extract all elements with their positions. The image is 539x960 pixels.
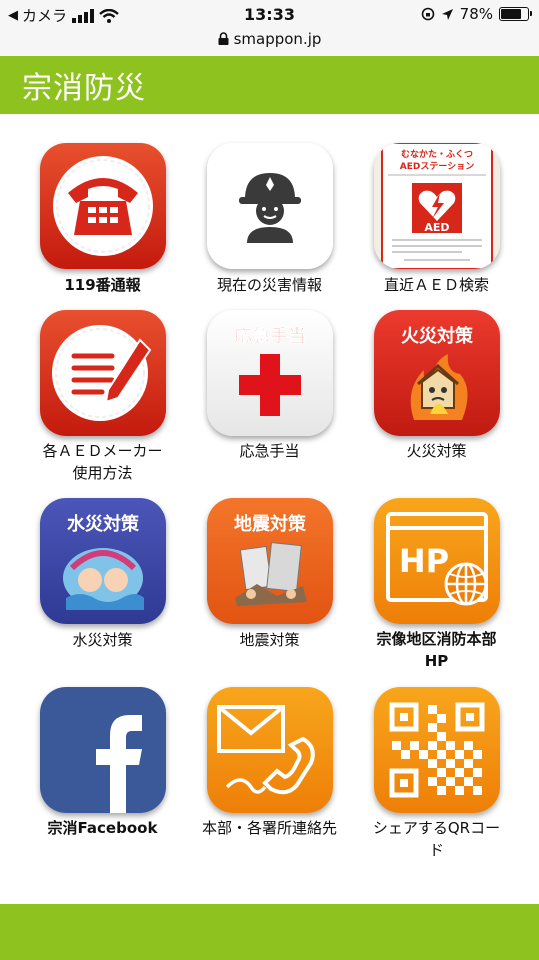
tile-label: 119番通報 bbox=[64, 276, 141, 294]
qr-cell bbox=[437, 786, 446, 795]
app-header: 宗消防災 bbox=[0, 56, 539, 114]
aed-station-icon[interactable]: むなかた・ふくつ AEDステーション AED bbox=[374, 143, 500, 269]
qr-cell bbox=[455, 768, 464, 777]
qr-code-icon[interactable] bbox=[374, 687, 500, 813]
qr-cell bbox=[437, 714, 446, 723]
qr-cell bbox=[455, 750, 464, 759]
qr-cell bbox=[464, 777, 473, 786]
phone-icon[interactable] bbox=[40, 143, 166, 269]
page-title: 宗消防災 bbox=[22, 71, 146, 106]
location-arrow-icon bbox=[441, 8, 453, 20]
app-footer bbox=[0, 904, 539, 960]
icon-caption: 火災対策 bbox=[401, 325, 474, 347]
tile-label: 地震対策 bbox=[239, 631, 300, 649]
flood-icon[interactable]: 水災対策 bbox=[40, 498, 166, 624]
first-aid-icon[interactable]: 応急手当 bbox=[207, 310, 333, 436]
qr-cell bbox=[428, 723, 437, 732]
facebook-icon[interactable] bbox=[40, 687, 166, 813]
url-text: smappon.jp bbox=[233, 30, 322, 48]
battery-percent: 78% bbox=[459, 5, 493, 23]
manual-icon[interactable] bbox=[40, 310, 166, 436]
status-bar: ◀ カメラ 13:33 78% bbox=[0, 0, 539, 30]
lock-icon bbox=[218, 32, 229, 45]
tile-label: シェアするQRコード bbox=[372, 819, 501, 859]
aed-icon-caption: むなかた・ふくつ bbox=[401, 149, 473, 160]
qr-cell bbox=[455, 786, 464, 795]
qr-cell bbox=[428, 777, 437, 786]
earthquake-icon[interactable]: 地震対策 bbox=[207, 498, 333, 624]
qr-cell bbox=[392, 741, 401, 750]
qr-cell bbox=[437, 732, 446, 741]
url-bar[interactable]: smappon.jp bbox=[0, 30, 539, 56]
qr-cell bbox=[464, 741, 473, 750]
qr-cell bbox=[419, 750, 428, 759]
qr-cell bbox=[437, 768, 446, 777]
battery-level bbox=[501, 9, 522, 19]
qr-cell bbox=[464, 759, 473, 768]
qr-cell bbox=[446, 741, 455, 750]
tile-label: 宗像地区消防本部HP bbox=[376, 630, 497, 670]
tile-label: 本部・各署所連絡先 bbox=[201, 819, 337, 837]
tile-label: 応急手当 bbox=[239, 442, 300, 460]
rotation-lock-icon bbox=[421, 7, 434, 21]
icon-caption: 水災対策 bbox=[67, 513, 140, 535]
qr-cell bbox=[473, 768, 482, 777]
tile-label: 直近ＡＥＤ検索 bbox=[383, 276, 489, 294]
qr-cell bbox=[446, 759, 455, 768]
qr-cell bbox=[473, 786, 482, 795]
homepage-icon[interactable]: HP bbox=[374, 498, 500, 624]
firefighter-icon[interactable] bbox=[207, 143, 333, 269]
aed-icon-caption: AEDステーション bbox=[400, 161, 474, 172]
qr-cell bbox=[437, 750, 446, 759]
qr-cell bbox=[428, 759, 437, 768]
icon-caption: HP bbox=[399, 542, 449, 580]
tile-label: 火災対策 bbox=[406, 442, 467, 460]
qr-cell bbox=[410, 741, 419, 750]
icon-caption: 地震対策 bbox=[234, 513, 307, 535]
qr-cell bbox=[428, 705, 437, 714]
tile-label: 現在の災害情報 bbox=[216, 276, 322, 294]
qr-cell bbox=[473, 750, 482, 759]
tile-label: 各ＡＥＤメーカー使用方法 bbox=[42, 442, 163, 482]
tile-label: 水災対策 bbox=[72, 631, 133, 649]
battery-icon bbox=[499, 7, 532, 21]
fire-icon[interactable]: 火災対策 bbox=[374, 310, 500, 436]
qr-cell bbox=[446, 777, 455, 786]
icon-caption: 応急手当 bbox=[234, 325, 306, 347]
contact-icon[interactable] bbox=[207, 687, 333, 813]
tile-label: 宗消Facebook bbox=[47, 819, 158, 837]
qr-cell bbox=[428, 741, 437, 750]
qr-cell bbox=[401, 750, 410, 759]
aed-icon-caption: AED bbox=[424, 221, 449, 234]
